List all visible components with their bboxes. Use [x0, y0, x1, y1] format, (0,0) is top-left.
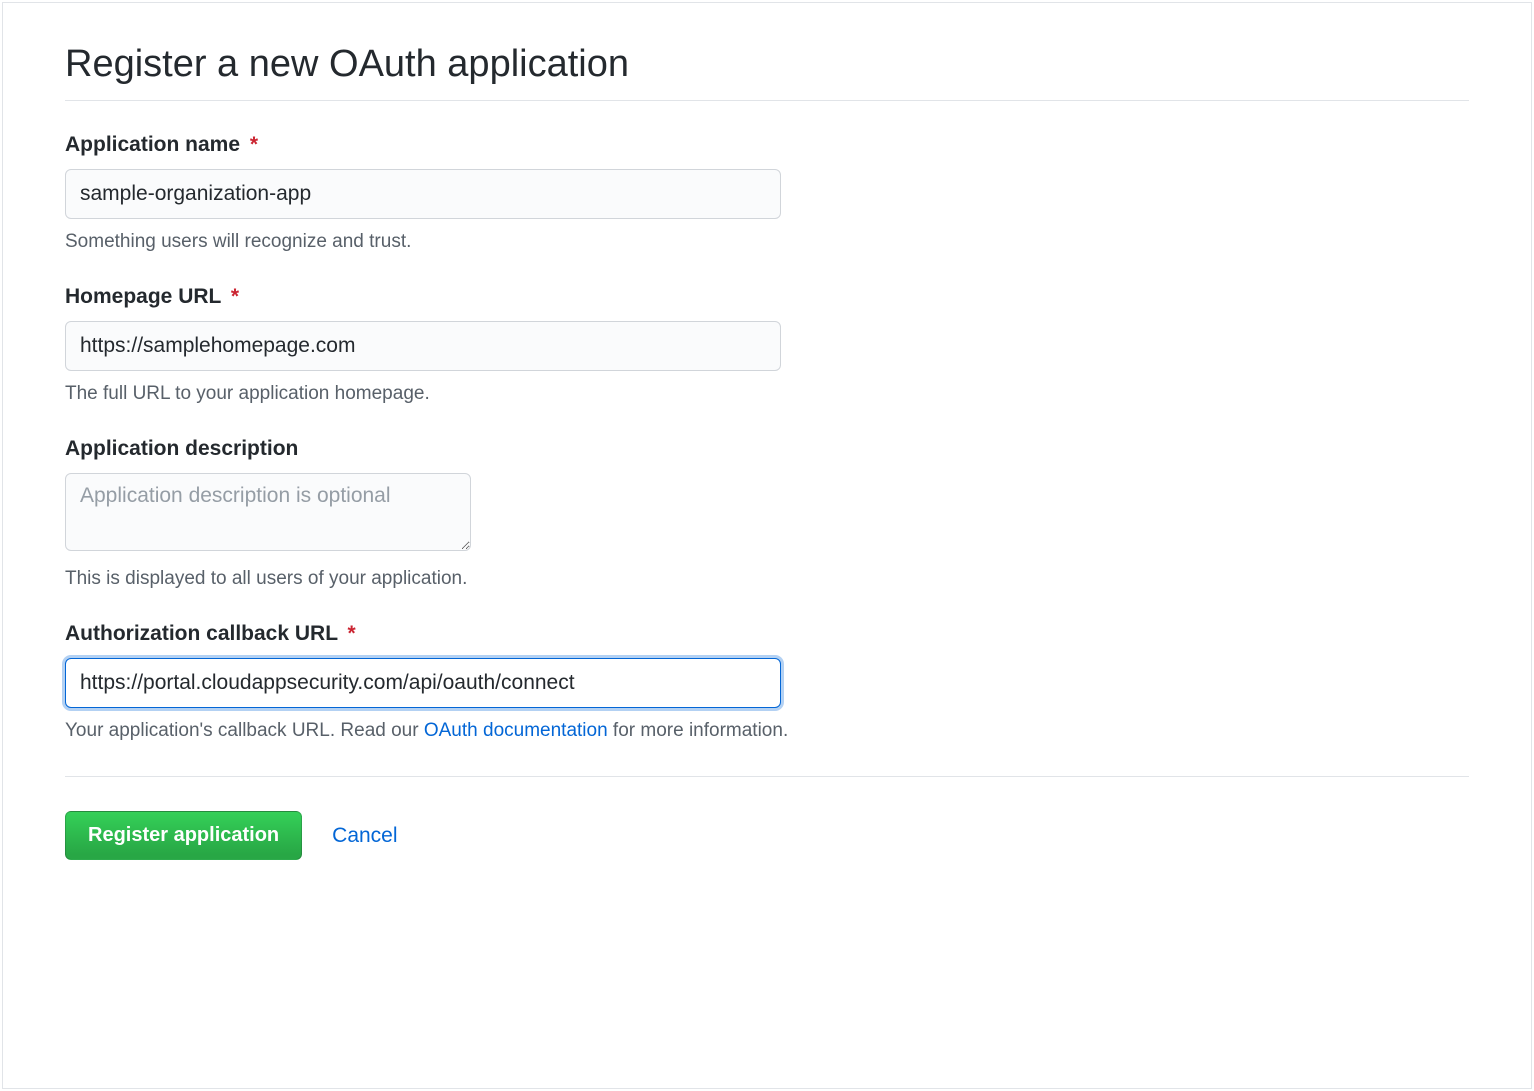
- app-name-input[interactable]: [65, 169, 781, 219]
- button-row: Register application Cancel: [65, 776, 1469, 860]
- callback-url-help-suffix: for more information.: [608, 720, 789, 741]
- app-name-help: Something users will recognize and trust…: [65, 231, 1469, 253]
- homepage-url-label: Homepage URL *: [65, 285, 1469, 309]
- callback-url-label-text: Authorization callback URL: [65, 622, 338, 645]
- description-label-text: Application description: [65, 437, 298, 460]
- app-name-label-text: Application name: [65, 133, 240, 156]
- callback-url-input[interactable]: [65, 658, 781, 708]
- homepage-url-help: The full URL to your application homepag…: [65, 383, 1469, 405]
- description-textarea[interactable]: [65, 473, 471, 551]
- form-group-app-name: Application name * Something users will …: [65, 133, 1469, 253]
- page-title: Register a new OAuth application: [65, 43, 1469, 101]
- required-star-icon: *: [348, 622, 356, 645]
- description-label: Application description: [65, 437, 1469, 461]
- oauth-registration-form: Register a new OAuth application Applica…: [2, 2, 1532, 1089]
- homepage-url-label-text: Homepage URL: [65, 285, 221, 308]
- app-name-label: Application name *: [65, 133, 1469, 157]
- form-group-homepage-url: Homepage URL * The full URL to your appl…: [65, 285, 1469, 405]
- form-group-description: Application description This is displaye…: [65, 437, 1469, 590]
- callback-url-help: Your application's callback URL. Read ou…: [65, 720, 1469, 742]
- required-star-icon: *: [231, 285, 239, 308]
- description-help: This is displayed to all users of your a…: [65, 568, 1469, 590]
- required-star-icon: *: [250, 133, 258, 156]
- homepage-url-input[interactable]: [65, 321, 781, 371]
- callback-url-help-prefix: Your application's callback URL. Read ou…: [65, 720, 424, 741]
- oauth-documentation-link[interactable]: OAuth documentation: [424, 720, 608, 741]
- form-group-callback-url: Authorization callback URL * Your applic…: [65, 622, 1469, 742]
- register-application-button[interactable]: Register application: [65, 811, 302, 860]
- cancel-button[interactable]: Cancel: [332, 824, 397, 848]
- callback-url-label: Authorization callback URL *: [65, 622, 1469, 646]
